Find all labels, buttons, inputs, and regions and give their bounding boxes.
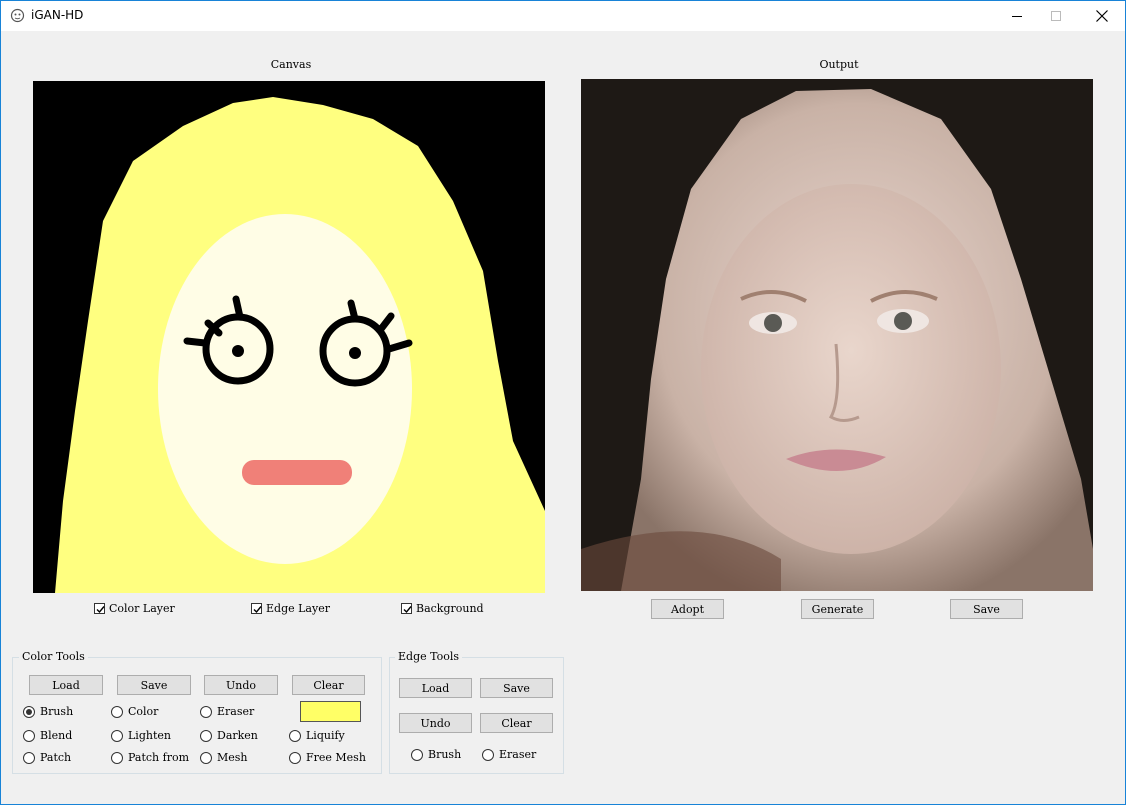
output-save-button[interactable]: Save (950, 599, 1023, 619)
mode-label: Lighten (128, 729, 171, 742)
title-bar[interactable]: iGAN-HD (1, 1, 1125, 31)
radio-dot[interactable] (111, 729, 123, 742)
close-icon (1096, 10, 1108, 22)
radio-dot[interactable] (411, 748, 423, 761)
radio-dot[interactable] (23, 751, 35, 764)
edge-mode-label: Brush (428, 748, 462, 761)
close-button[interactable] (1079, 1, 1125, 31)
mode-darken-radio[interactable]: Darken (200, 729, 258, 742)
mode-liquify-radio[interactable]: Liquify (289, 729, 345, 742)
mode-label: Free Mesh (306, 751, 366, 764)
mode-label: Blend (40, 729, 73, 742)
radio-dot[interactable] (482, 748, 494, 761)
mode-mesh-radio[interactable]: Mesh (200, 751, 248, 764)
mode-lighten-radio[interactable]: Lighten (111, 729, 171, 742)
mode-label: Eraser (217, 705, 255, 718)
radio-dot[interactable] (111, 705, 123, 718)
mode-label: Patch (40, 751, 72, 764)
canvas-label: Canvas (270, 58, 312, 71)
color-undo-button[interactable]: Undo (204, 675, 278, 695)
background-checkbox[interactable]: Background (401, 602, 484, 615)
edge-clear-button[interactable]: Clear (480, 713, 553, 733)
mode-free-mesh-radio[interactable]: Free Mesh (289, 751, 366, 764)
edge-brush-radio[interactable]: Brush (411, 748, 461, 761)
lips-region (242, 460, 352, 485)
output-label: Output (819, 58, 859, 71)
mode-label: Liquify (306, 729, 345, 742)
radio-dot[interactable] (23, 705, 35, 718)
face-region (158, 214, 412, 564)
color-clear-button[interactable]: Clear (292, 675, 365, 695)
checkbox-box[interactable] (401, 603, 412, 614)
drawing-canvas[interactable] (33, 81, 545, 593)
edge-layer-checkbox[interactable]: Edge Layer (251, 602, 330, 615)
edge-load-button[interactable]: Load (399, 678, 472, 698)
mode-label: Darken (217, 729, 258, 742)
edge-layer-label: Edge Layer (266, 602, 330, 615)
color-tools-title: Color Tools (19, 650, 88, 663)
background-label: Background (416, 602, 484, 615)
edge-eraser-radio[interactable]: Eraser (482, 748, 536, 761)
radio-dot[interactable] (23, 729, 35, 742)
mode-blend-radio[interactable]: Blend (23, 729, 72, 742)
radio-dot[interactable] (289, 729, 301, 742)
color-layer-checkbox[interactable]: Color Layer (94, 602, 175, 615)
window-title: iGAN-HD (31, 8, 84, 22)
radio-dot[interactable] (111, 751, 123, 764)
checkbox-box[interactable] (251, 603, 262, 614)
edge-tools-title: Edge Tools (395, 650, 463, 663)
color-swatch-button[interactable] (300, 701, 361, 722)
color-layer-label: Color Layer (109, 602, 175, 615)
color-load-button[interactable]: Load (29, 675, 103, 695)
adopt-button[interactable]: Adopt (651, 599, 724, 619)
radio-dot[interactable] (200, 729, 212, 742)
mode-label: Brush (40, 705, 74, 718)
generate-button[interactable]: Generate (801, 599, 874, 619)
app-logo-icon (10, 8, 25, 23)
color-save-button[interactable]: Save (117, 675, 191, 695)
radio-dot[interactable] (200, 751, 212, 764)
checkbox-box[interactable] (94, 603, 105, 614)
mode-patch-radio[interactable]: Patch (23, 751, 71, 764)
radio-dot[interactable] (200, 705, 212, 718)
edge-undo-button[interactable]: Undo (399, 713, 472, 733)
edge-mode-label: Eraser (499, 748, 537, 761)
edge-save-button[interactable]: Save (480, 678, 553, 698)
maximize-button[interactable] (1033, 1, 1079, 31)
output-image (581, 79, 1093, 591)
mode-label: Mesh (217, 751, 248, 764)
mode-label: Patch from (128, 751, 190, 764)
minimize-icon (1012, 16, 1022, 17)
mode-label: Color (128, 705, 159, 718)
radio-dot[interactable] (289, 751, 301, 764)
mode-eraser-radio[interactable]: Eraser (200, 705, 254, 718)
mode-patch-from-radio[interactable]: Patch from (111, 751, 189, 764)
mode-brush-radio[interactable]: Brush (23, 705, 73, 718)
mode-color-radio[interactable]: Color (111, 705, 158, 718)
maximize-icon (1051, 11, 1061, 21)
